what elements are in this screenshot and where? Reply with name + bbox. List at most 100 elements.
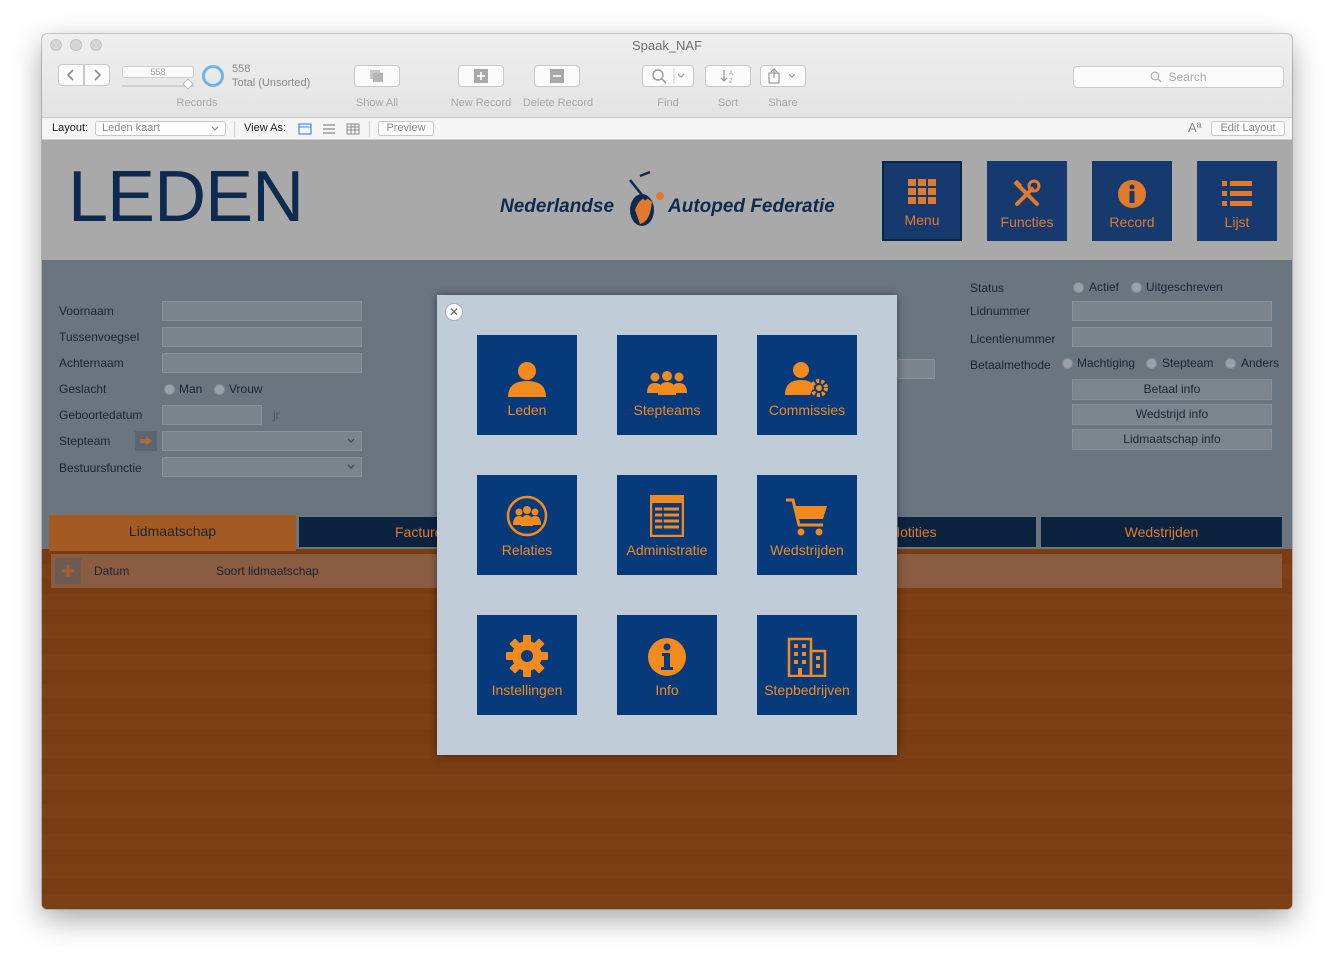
actief-radio[interactable] <box>1073 282 1084 293</box>
close-dialog-button[interactable]: ✕ <box>445 303 463 321</box>
lidnummer-field[interactable] <box>1072 301 1272 321</box>
info-icon <box>1118 180 1146 208</box>
info-icon <box>648 638 686 676</box>
achternaam-field[interactable] <box>162 353 362 373</box>
logo-text-left: Nederlandse <box>500 196 615 217</box>
uitgeschreven-label: Uitgeschreven <box>1146 280 1223 294</box>
menu-tile-stepteams-label: Stepteams <box>633 402 701 418</box>
show-all-button[interactable] <box>354 65 400 87</box>
menu-tile-wedstrijden[interactable]: Wedstrijden <box>757 475 857 575</box>
preview-button[interactable]: Preview <box>378 121 434 136</box>
anders-radio[interactable] <box>1225 358 1236 369</box>
menu-tile-administratie[interactable]: Administratie <box>617 475 717 575</box>
nav-menu-button[interactable]: Menu <box>882 161 962 241</box>
tab-lidmaatschap[interactable]: Lidmaatschap <box>49 515 296 551</box>
nav-record-button[interactable]: Record <box>1092 161 1172 241</box>
record-status: Total (Unsorted) <box>232 77 311 89</box>
bestuursfunctie-label: Bestuursfunctie <box>59 461 142 475</box>
menu-tile-stepbedrijven[interactable]: Stepbedrijven <box>757 615 857 715</box>
header: LEDEN Nederlandse Autoped Federatie Menu <box>42 140 1292 260</box>
layout-select-value: Leden kaart <box>102 122 161 134</box>
ledger-icon <box>650 495 684 537</box>
layout-content: LEDEN Nederlandse Autoped Federatie Menu <box>42 140 1292 909</box>
voornaam-field[interactable] <box>162 301 362 321</box>
main-menu-dialog: ✕ Leden Stepteams Commissies Relaties Ad… <box>437 295 897 755</box>
machtiging-radio[interactable] <box>1062 358 1073 369</box>
layout-label: Layout: <box>52 122 89 134</box>
soort-column-header: Soort lidmaatschap <box>216 564 319 578</box>
betaal-info-button[interactable]: Betaal info <box>1072 379 1272 400</box>
new-record-button[interactable] <box>458 65 504 87</box>
share-icon <box>768 68 796 84</box>
nav-lijst-button[interactable]: Lijst <box>1197 161 1277 241</box>
partial-field[interactable] <box>897 359 935 379</box>
menu-tile-instellingen[interactable]: Instellingen <box>477 615 577 715</box>
find-button[interactable] <box>642 65 694 87</box>
form-view-icon[interactable] <box>298 123 312 135</box>
menu-tile-info[interactable]: Info <box>617 615 717 715</box>
minus-icon <box>550 69 564 83</box>
divider <box>234 121 235 137</box>
records-pie-icon <box>202 65 224 87</box>
vrouw-label: Vrouw <box>229 382 263 396</box>
lidmaatschap-info-button[interactable]: Lidmaatschap info <box>1072 429 1272 450</box>
add-lidmaatschap-button[interactable] <box>55 558 81 584</box>
table-view-icon[interactable] <box>346 123 360 135</box>
menu-tile-wedstrijden-label: Wedstrijden <box>770 542 844 558</box>
geboortedatum-label: Geboortedatum <box>59 408 143 422</box>
logo-text-right: Autoped Federatie <box>668 196 835 217</box>
menu-tile-instellingen-label: Instellingen <box>491 682 563 698</box>
building-icon <box>787 637 827 677</box>
search-field-icon <box>1151 71 1162 83</box>
edit-layout-button[interactable]: Edit Layout <box>1211 121 1285 136</box>
share-label: Share <box>768 97 798 109</box>
previous-record-button[interactable] <box>58 64 84 86</box>
licentienummer-field[interactable] <box>1072 327 1272 347</box>
layout-bar: Layout: Leden kaart View As: Preview Aª … <box>42 118 1292 140</box>
record-count: 558 <box>232 63 251 75</box>
tab-wedstrijden[interactable]: Wedstrijden <box>1041 517 1282 547</box>
stepteam-payment-radio[interactable] <box>1146 358 1157 369</box>
next-record-button[interactable] <box>84 64 110 86</box>
wedstrijd-info-button[interactable]: Wedstrijd info <box>1072 404 1272 425</box>
status-label: Status <box>970 281 1005 295</box>
geboortedatum-field[interactable] <box>162 405 262 425</box>
delete-record-button[interactable] <box>534 65 580 87</box>
menu-tile-stepteams[interactable]: Stepteams <box>617 335 717 435</box>
gear-icon <box>506 635 548 677</box>
list-view-icon[interactable] <box>322 123 336 135</box>
bestuursfunctie-select[interactable] <box>162 457 362 477</box>
stepteam-goto-button[interactable] <box>135 431 157 451</box>
sort-button[interactable]: AZ <box>705 65 751 87</box>
sort-label: Sort <box>717 97 739 109</box>
tussenvoegsel-field[interactable] <box>162 327 362 347</box>
search-field[interactable]: Search <box>1073 66 1284 88</box>
record-number-field[interactable]: 558 <box>122 66 194 78</box>
svg-text:Z: Z <box>729 79 733 84</box>
record-slider-thumb[interactable] <box>182 78 194 90</box>
group-icon <box>647 371 687 395</box>
share-button[interactable] <box>760 65 806 87</box>
menu-tile-relaties[interactable]: Relaties <box>477 475 577 575</box>
chevron-down-icon <box>347 464 355 469</box>
stepteam-label: Stepteam <box>59 434 111 448</box>
menu-tile-leden[interactable]: Leden <box>477 335 577 435</box>
page-title: LEDEN <box>68 157 304 237</box>
new-record-label: New Record <box>450 97 512 109</box>
menu-tile-commissies-label: Commissies <box>768 402 846 418</box>
chevron-right-icon <box>94 69 102 81</box>
stepteam-select[interactable] <box>162 431 362 451</box>
layout-select[interactable]: Leden kaart <box>95 121 226 136</box>
app-window: Spaak_NAF 558 Records 558 Total (Unsorte… <box>42 34 1292 909</box>
nav-menu-label: Menu <box>904 212 940 228</box>
tools-icon <box>1013 179 1041 206</box>
plus-icon <box>474 69 488 83</box>
menu-tile-commissies[interactable]: Commissies <box>757 335 857 435</box>
tab-notities[interactable]: Notities <box>890 517 1036 547</box>
man-radio[interactable] <box>164 384 175 395</box>
font-size-icon[interactable]: Aª <box>1188 120 1201 135</box>
nav-functies-button[interactable]: Functies <box>987 161 1067 241</box>
list-icon <box>1222 181 1252 206</box>
vrouw-radio[interactable] <box>214 384 225 395</box>
uitgeschreven-radio[interactable] <box>1131 282 1142 293</box>
